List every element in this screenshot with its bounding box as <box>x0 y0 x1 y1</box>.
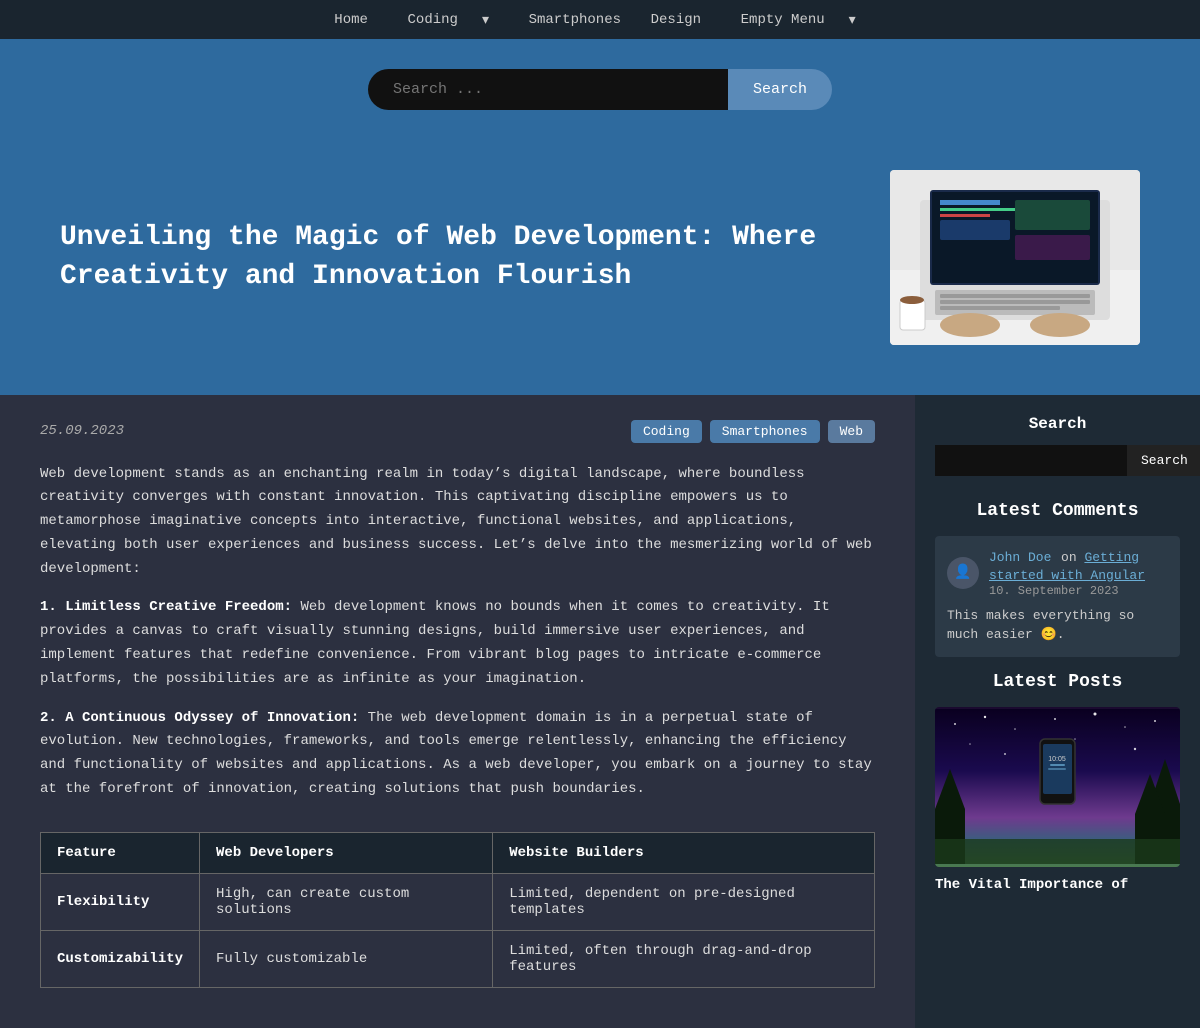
main-area: 25.09.2023 Coding Smartphones Web Web de… <box>0 395 1200 1028</box>
table-col-feature: Feature <box>41 832 200 873</box>
avatar: 👤 <box>947 557 979 589</box>
header-search-section: Search <box>0 39 1200 140</box>
comment-date: 10. September 2023 <box>989 584 1168 598</box>
sidebar-search-title: Search <box>935 415 1180 433</box>
hero-image <box>890 170 1140 345</box>
table-cell-webdev-2: Fully customizable <box>200 930 493 987</box>
post-date: 25.09.2023 <box>40 423 124 439</box>
nav-design[interactable]: Design <box>651 12 701 28</box>
comment-author-info: John Doe on Getting started with Angular… <box>989 548 1168 598</box>
nav-home[interactable]: Home <box>334 12 368 28</box>
coding-chevron-icon: ▾ <box>482 12 489 29</box>
comparison-table: Feature Web Developers Website Builders … <box>40 832 875 988</box>
search-input[interactable] <box>368 69 728 110</box>
post-section2: 2. A Continuous Odyssey of Innovation: T… <box>40 707 875 802</box>
top-navigation: Home Coding ▾ Smartphones Design Empty M… <box>0 0 1200 39</box>
sidebar-search-input[interactable] <box>935 445 1127 476</box>
post-section1: 1. Limitless Creative Freedom: Web devel… <box>40 596 875 691</box>
main-column: 25.09.2023 Coding Smartphones Web Web de… <box>0 395 915 1028</box>
table-row: Flexibility High, can create custom solu… <box>41 873 875 930</box>
comment-card: 👤 John Doe on Getting started with Angul… <box>935 536 1180 657</box>
table-cell-webdev-1: High, can create custom solutions <box>200 873 493 930</box>
latest-post-image: 10:05 <box>935 707 1180 867</box>
svg-text:10:05: 10:05 <box>1048 756 1066 763</box>
latest-posts-section: Latest Posts <box>935 672 1180 893</box>
post-content: Web development stands as an enchanting … <box>40 463 875 802</box>
post-meta: 25.09.2023 Coding Smartphones Web <box>40 420 875 443</box>
post-intro: Web development stands as an enchanting … <box>40 463 875 582</box>
latest-comments-title: Latest Comments <box>935 501 1180 521</box>
latest-post-title[interactable]: The Vital Importance of <box>935 877 1180 893</box>
nav-empty-menu[interactable]: Empty Menu ▾ <box>731 12 866 29</box>
section2-title: 2. A Continuous Odyssey of Innovation: <box>40 710 359 726</box>
nav-smartphones[interactable]: Smartphones <box>529 12 621 28</box>
latest-posts-title: Latest Posts <box>935 672 1180 692</box>
table-row: Customizability Fully customizable Limit… <box>41 930 875 987</box>
tag-smartphones[interactable]: Smartphones <box>710 420 820 443</box>
tag-coding[interactable]: Coding <box>631 420 702 443</box>
comment-author-line: John Doe on Getting started with Angular <box>989 548 1168 584</box>
comment-text: This makes everything so much easier 😊. <box>947 606 1168 645</box>
nav-coding[interactable]: Coding ▾ <box>398 12 499 29</box>
tags: Coding Smartphones Web <box>631 420 875 443</box>
table-col-webdev: Web Developers <box>200 832 493 873</box>
hero-title: Unveiling the Magic of Web Development: … <box>60 218 850 296</box>
table-cell-builder-2: Limited, often through drag-and-drop fea… <box>493 930 875 987</box>
table-col-builder: Website Builders <box>493 832 875 873</box>
tag-web[interactable]: Web <box>828 420 875 443</box>
content-wrapper: 25.09.2023 Coding Smartphones Web Web de… <box>0 395 1200 1028</box>
table-cell-feature-1: Flexibility <box>41 873 200 930</box>
comment-author-link[interactable]: John Doe <box>989 550 1051 565</box>
empty-menu-chevron-icon: ▾ <box>849 12 856 29</box>
table-cell-builder-1: Limited, dependent on pre-designed templ… <box>493 873 875 930</box>
sidebar: Search Search Latest Comments 👤 John Doe <box>915 395 1200 1028</box>
table-header-row: Feature Web Developers Website Builders <box>41 832 875 873</box>
table-cell-feature-2: Customizability <box>41 930 200 987</box>
sidebar-search-button[interactable]: Search <box>1127 445 1200 476</box>
sidebar-search-form: Search <box>935 445 1180 476</box>
comment-author-row: 👤 John Doe on Getting started with Angul… <box>947 548 1168 598</box>
search-form: Search <box>368 69 832 110</box>
section1-title: 1. Limitless Creative Freedom: <box>40 599 292 615</box>
sidebar-search-section: Search Search <box>935 415 1180 476</box>
hero-section: Unveiling the Magic of Web Development: … <box>0 140 1200 395</box>
search-button[interactable]: Search <box>728 69 832 110</box>
comment-on-text: on <box>1061 550 1084 565</box>
latest-comments-section: Latest Comments 👤 John Doe on Getting st… <box>935 501 1180 657</box>
